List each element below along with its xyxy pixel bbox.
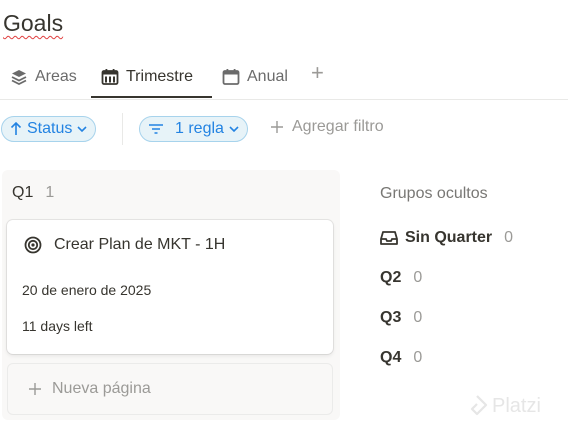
filter-rule-chip[interactable]: 1 regla <box>139 116 248 142</box>
hidden-group-label: Q4 <box>380 349 402 366</box>
hidden-group-count: 0 <box>413 349 423 366</box>
filter-divider <box>122 113 123 145</box>
tab-label: Anual <box>247 68 288 85</box>
watermark-text: Platzi <box>492 394 541 417</box>
tab-anual[interactable]: Anual <box>222 56 288 98</box>
platzi-logo-icon <box>470 395 488 416</box>
hidden-group-label: Sin Quarter <box>405 229 493 246</box>
new-page-label: Nueva página <box>52 380 151 397</box>
target-icon <box>24 236 42 254</box>
calendar-month-icon <box>101 69 119 85</box>
view-tabs: Areas Trimestre Anual <box>0 56 568 100</box>
card-date: 20 de enero de 2025 <box>22 282 152 298</box>
column-header: Q1 1 <box>12 184 54 202</box>
hidden-group-q3[interactable]: Q3 0 <box>380 309 422 327</box>
add-filter-label: Agregar filtro <box>292 118 384 135</box>
add-filter-button[interactable]: Agregar filtro <box>270 118 384 136</box>
hidden-group-label: Q3 <box>380 309 402 326</box>
hidden-group-q2[interactable]: Q2 0 <box>380 269 422 287</box>
plus-icon <box>29 383 41 395</box>
hidden-group-count: 0 <box>504 229 514 246</box>
calendar-icon <box>222 69 240 85</box>
chevron-down-icon <box>229 126 239 133</box>
filter-icon <box>149 124 163 134</box>
hidden-group-count: 0 <box>413 309 423 326</box>
tab-label: Trimestre <box>126 68 193 85</box>
chevron-down-icon <box>77 126 87 133</box>
layers-icon <box>11 70 27 86</box>
active-tab-indicator <box>91 96 212 98</box>
column-count: 1 <box>45 184 55 201</box>
hidden-groups-header: Grupos ocultos <box>380 185 488 202</box>
tab-areas[interactable]: Areas <box>10 56 77 98</box>
tab-label: Areas <box>35 68 77 85</box>
hidden-group-label: Q2 <box>380 269 402 286</box>
column-label: Q1 <box>12 184 34 201</box>
hidden-group-sin-quarter[interactable]: Sin Quarter 0 <box>380 229 513 247</box>
inbox-icon <box>380 231 398 245</box>
hidden-group-count: 0 <box>413 269 423 286</box>
hidden-group-q4[interactable]: Q4 0 <box>380 349 422 367</box>
arrow-up-icon <box>10 122 22 135</box>
add-view-button[interactable]: + <box>311 60 324 86</box>
card-title[interactable]: Crear Plan de MKT - 1H <box>24 236 225 254</box>
new-page-button[interactable]: Nueva página <box>7 363 333 415</box>
page-title: Goals <box>3 10 64 36</box>
filter-rule-label: 1 regla <box>175 120 224 137</box>
card-title-text: Crear Plan de MKT - 1H <box>54 236 226 253</box>
platzi-watermark: Platzi <box>466 394 541 418</box>
sort-label: Status <box>27 120 73 137</box>
sort-status-chip[interactable]: Status <box>1 116 97 142</box>
tab-trimestre[interactable]: Trimestre <box>101 56 193 98</box>
plus-icon <box>271 121 283 133</box>
card-days-left: 11 days left <box>22 318 93 334</box>
